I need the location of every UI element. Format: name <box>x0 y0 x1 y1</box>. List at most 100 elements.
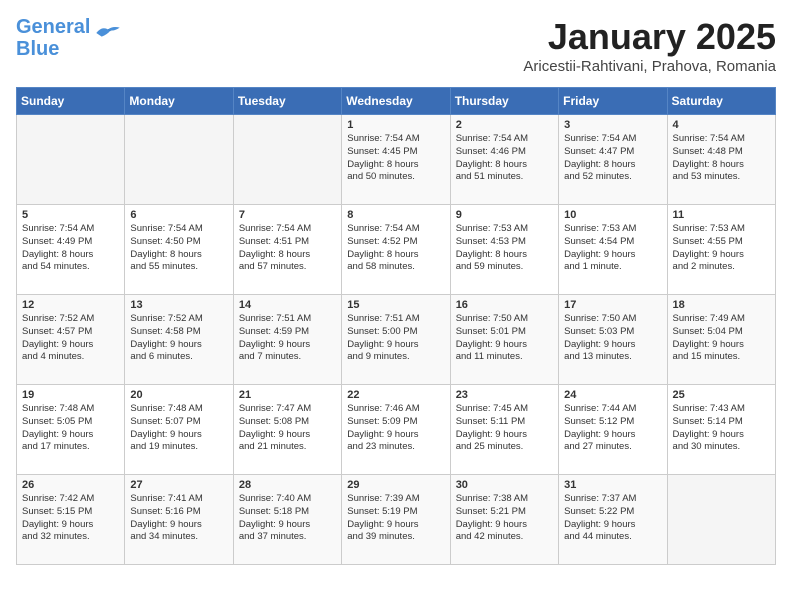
calendar-cell: 13Sunrise: 7:52 AM Sunset: 4:58 PM Dayli… <box>125 295 233 385</box>
day-info: Sunrise: 7:50 AM Sunset: 5:01 PM Dayligh… <box>456 313 553 364</box>
day-number: 1 <box>347 119 444 131</box>
day-info: Sunrise: 7:50 AM Sunset: 5:03 PM Dayligh… <box>564 313 661 364</box>
day-number: 6 <box>130 209 227 221</box>
logo-bird-icon <box>94 24 122 42</box>
logo: General Blue <box>16 16 122 60</box>
day-number: 29 <box>347 479 444 491</box>
day-number: 7 <box>239 209 336 221</box>
day-info: Sunrise: 7:46 AM Sunset: 5:09 PM Dayligh… <box>347 403 444 454</box>
day-info: Sunrise: 7:43 AM Sunset: 5:14 PM Dayligh… <box>673 403 770 454</box>
week-row-3: 12 Sunrise: 7:52 AM Sunset: 4:57 PM Dayli… <box>17 295 776 385</box>
day-number: 20 <box>130 389 227 401</box>
day-info: Sunrise: 7:54 AM Sunset: 4:46 PM Dayligh… <box>456 133 553 184</box>
day-info: Sunrise: 7:54 AM Sunset: 4:48 PM Dayligh… <box>673 133 770 184</box>
day-info: Sunrise: 7:47 AM Sunset: 5:08 PM Dayligh… <box>239 403 336 454</box>
calendar-cell: 16 Sunrise: 7:50 AM Sunset: 5:01 PM Dayli… <box>450 295 558 385</box>
day-info: Sunrise: 7:53 AM Sunset: 4:55 PM Dayligh… <box>673 223 770 274</box>
calendar-cell: 10Sunrise: 7:53 AM Sunset: 4:54 PM Dayli… <box>559 205 667 295</box>
calendar-cell: 21Sunrise: 7:47 AM Sunset: 5:08 PM Dayli… <box>233 385 341 475</box>
day-info: Sunrise: 7:42 AM Sunset: 5:15 PM Dayligh… <box>22 493 119 544</box>
day-number: 9 <box>456 209 553 221</box>
calendar-cell <box>17 115 125 205</box>
day-info: Sunrise: 7:40 AM Sunset: 5:18 PM Dayligh… <box>239 493 336 544</box>
calendar-cell: 26 Sunrise: 7:42 AM Sunset: 5:15 PM Dayli… <box>17 475 125 565</box>
day-info: Sunrise: 7:48 AM Sunset: 5:05 PM Dayligh… <box>22 403 119 454</box>
calendar-cell: 24 Sunrise: 7:44 AM Sunset: 5:12 PM Dayli… <box>559 385 667 475</box>
page-header: General Blue January 2025 Aricestii-Raht… <box>16 16 776 75</box>
day-number: 22 <box>347 389 444 401</box>
calendar-cell: 30 Sunrise: 7:38 AM Sunset: 5:21 PM Dayli… <box>450 475 558 565</box>
day-number: 3 <box>564 119 661 131</box>
day-number: 19 <box>22 389 119 401</box>
calendar-cell: 19 Sunrise: 7:48 AM Sunset: 5:05 PM Dayli… <box>17 385 125 475</box>
day-number: 2 <box>456 119 553 131</box>
day-number: 17 <box>564 299 661 311</box>
day-info: Sunrise: 7:51 AM Sunset: 4:59 PM Dayligh… <box>239 313 336 364</box>
calendar-cell: 15 Sunrise: 7:51 AM Sunset: 5:00 PM Dayli… <box>342 295 450 385</box>
day-number: 12 <box>22 299 119 311</box>
day-number: 14 <box>239 299 336 311</box>
day-info: Sunrise: 7:51 AM Sunset: 5:00 PM Dayligh… <box>347 313 444 364</box>
calendar-cell: 14 Sunrise: 7:51 AM Sunset: 4:59 PM Dayli… <box>233 295 341 385</box>
day-number: 15 <box>347 299 444 311</box>
day-number: 27 <box>130 479 227 491</box>
day-info: Sunrise: 7:53 AM Sunset: 4:53 PM Dayligh… <box>456 223 553 274</box>
week-row-5: 26 Sunrise: 7:42 AM Sunset: 5:15 PM Dayli… <box>17 475 776 565</box>
day-number: 18 <box>673 299 770 311</box>
calendar-cell: 28 Sunrise: 7:40 AM Sunset: 5:18 PM Dayli… <box>233 475 341 565</box>
calendar-cell: 22 Sunrise: 7:46 AM Sunset: 5:09 PM Dayli… <box>342 385 450 475</box>
day-info: Sunrise: 7:52 AM Sunset: 4:57 PM Dayligh… <box>22 313 119 364</box>
weekday-header-saturday: Saturday <box>667 88 775 115</box>
calendar-cell <box>667 475 775 565</box>
day-number: 25 <box>673 389 770 401</box>
calendar-cell: 11 Sunrise: 7:53 AM Sunset: 4:55 PM Dayli… <box>667 205 775 295</box>
calendar-cell: 25 Sunrise: 7:43 AM Sunset: 5:14 PM Dayli… <box>667 385 775 475</box>
calendar-cell: 6 Sunrise: 7:54 AM Sunset: 4:50 PM Daylig… <box>125 205 233 295</box>
logo-text: General Blue <box>16 16 90 60</box>
weekday-header-row: SundayMondayTuesdayWednesdayThursdayFrid… <box>17 88 776 115</box>
day-info: Sunrise: 7:54 AM Sunset: 4:50 PM Dayligh… <box>130 223 227 274</box>
calendar-cell <box>125 115 233 205</box>
calendar-cell: 18 Sunrise: 7:49 AM Sunset: 5:04 PM Dayli… <box>667 295 775 385</box>
calendar-cell: 8Sunrise: 7:54 AM Sunset: 4:52 PM Daylig… <box>342 205 450 295</box>
day-info: Sunrise: 7:54 AM Sunset: 4:51 PM Dayligh… <box>239 223 336 274</box>
weekday-header-monday: Monday <box>125 88 233 115</box>
weekday-header-thursday: Thursday <box>450 88 558 115</box>
calendar-cell: 27 Sunrise: 7:41 AM Sunset: 5:16 PM Dayli… <box>125 475 233 565</box>
day-info: Sunrise: 7:54 AM Sunset: 4:45 PM Dayligh… <box>347 133 444 184</box>
calendar-cell: 12 Sunrise: 7:52 AM Sunset: 4:57 PM Dayli… <box>17 295 125 385</box>
day-number: 26 <box>22 479 119 491</box>
day-number: 16 <box>456 299 553 311</box>
day-number: 11 <box>673 209 770 221</box>
calendar-cell: 9 Sunrise: 7:53 AM Sunset: 4:53 PM Daylig… <box>450 205 558 295</box>
day-info: Sunrise: 7:39 AM Sunset: 5:19 PM Dayligh… <box>347 493 444 544</box>
calendar-cell <box>233 115 341 205</box>
day-info: Sunrise: 7:54 AM Sunset: 4:49 PM Dayligh… <box>22 223 119 274</box>
weekday-header-friday: Friday <box>559 88 667 115</box>
calendar-cell: 7 Sunrise: 7:54 AM Sunset: 4:51 PM Daylig… <box>233 205 341 295</box>
day-number: 28 <box>239 479 336 491</box>
day-info: Sunrise: 7:41 AM Sunset: 5:16 PM Dayligh… <box>130 493 227 544</box>
calendar-cell: 4 Sunrise: 7:54 AM Sunset: 4:48 PM Daylig… <box>667 115 775 205</box>
day-number: 4 <box>673 119 770 131</box>
calendar-cell: 1 Sunrise: 7:54 AM Sunset: 4:45 PM Daylig… <box>342 115 450 205</box>
day-number: 24 <box>564 389 661 401</box>
calendar-cell: 31Sunrise: 7:37 AM Sunset: 5:22 PM Dayli… <box>559 475 667 565</box>
week-row-1: 1 Sunrise: 7:54 AM Sunset: 4:45 PM Daylig… <box>17 115 776 205</box>
day-info: Sunrise: 7:38 AM Sunset: 5:21 PM Dayligh… <box>456 493 553 544</box>
day-number: 13 <box>130 299 227 311</box>
day-info: Sunrise: 7:53 AM Sunset: 4:54 PM Dayligh… <box>564 223 661 274</box>
calendar-table: SundayMondayTuesdayWednesdayThursdayFrid… <box>16 87 776 565</box>
day-info: Sunrise: 7:44 AM Sunset: 5:12 PM Dayligh… <box>564 403 661 454</box>
day-number: 23 <box>456 389 553 401</box>
calendar-cell: 3 Sunrise: 7:54 AM Sunset: 4:47 PM Daylig… <box>559 115 667 205</box>
day-info: Sunrise: 7:54 AM Sunset: 4:52 PM Dayligh… <box>347 223 444 274</box>
calendar-cell: 5Sunrise: 7:54 AM Sunset: 4:49 PM Daylig… <box>17 205 125 295</box>
calendar-cell: 17 Sunrise: 7:50 AM Sunset: 5:03 PM Dayli… <box>559 295 667 385</box>
calendar-cell: 29 Sunrise: 7:39 AM Sunset: 5:19 PM Dayli… <box>342 475 450 565</box>
day-info: Sunrise: 7:49 AM Sunset: 5:04 PM Dayligh… <box>673 313 770 364</box>
weekday-header-sunday: Sunday <box>17 88 125 115</box>
day-number: 30 <box>456 479 553 491</box>
day-info: Sunrise: 7:54 AM Sunset: 4:47 PM Dayligh… <box>564 133 661 184</box>
title-area: January 2025 Aricestii-Rahtivani, Prahov… <box>523 16 776 75</box>
